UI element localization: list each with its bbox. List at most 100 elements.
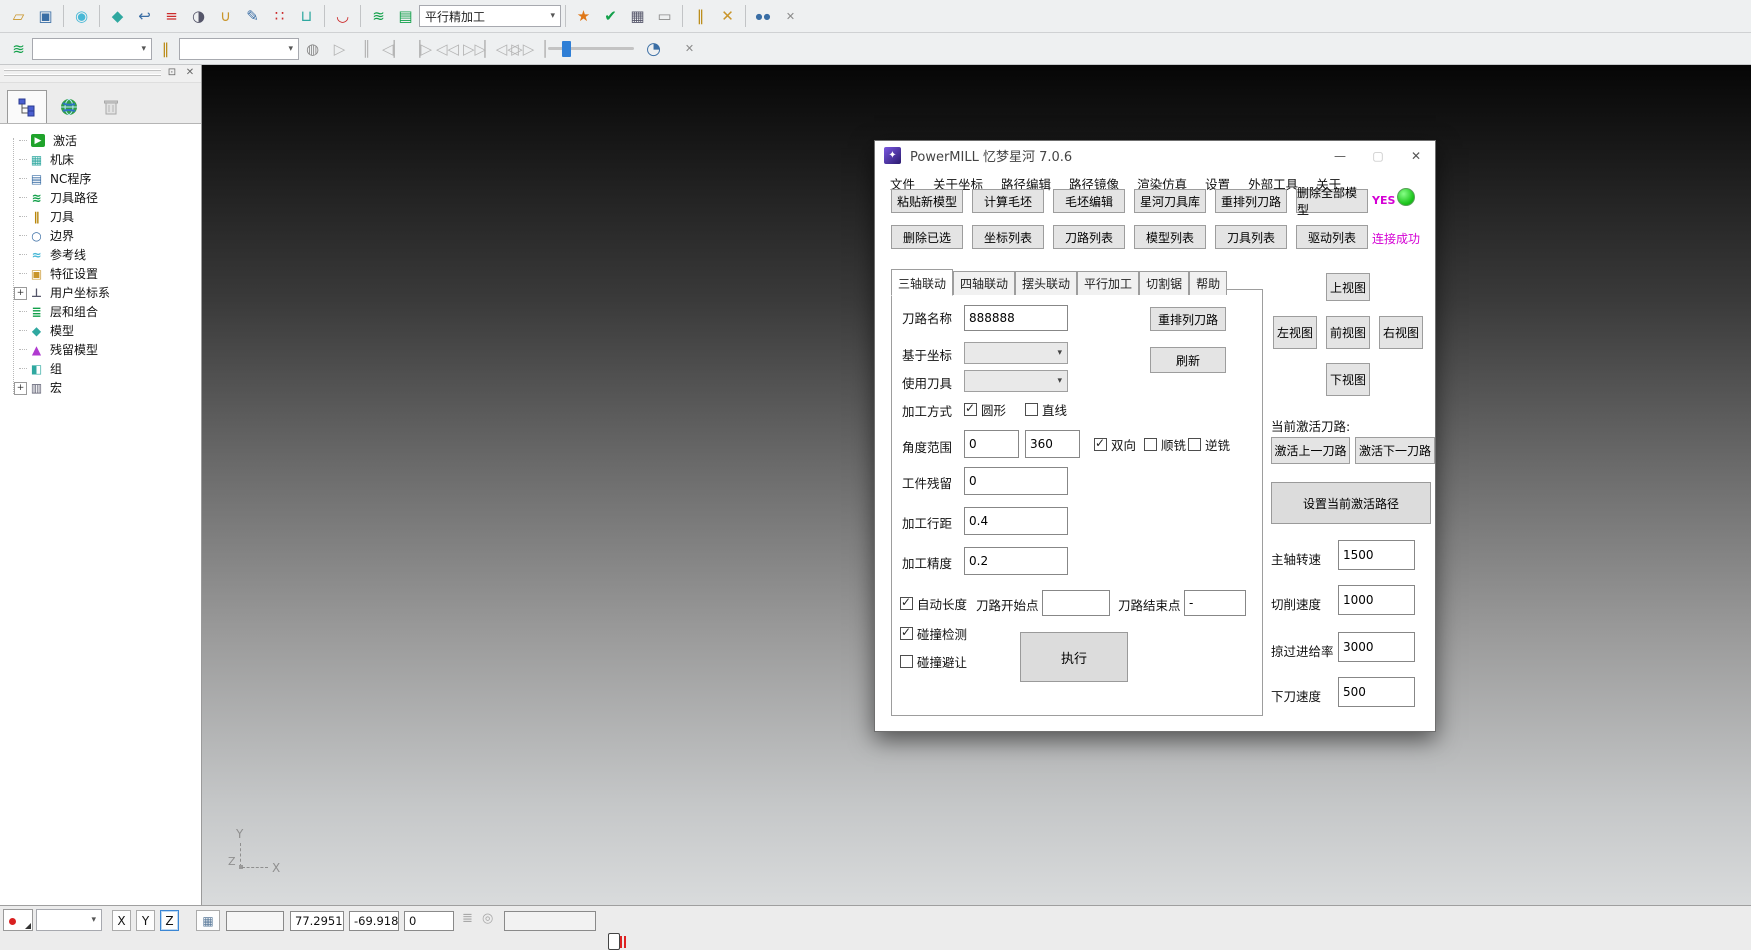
dialog-titlebar[interactable]: ✦ PowerMILL 忆梦星河 7.0.6 — ▢ ✕ [875, 141, 1435, 170]
tolerance-input[interactable] [964, 547, 1068, 575]
block-icon[interactable]: ◆ [105, 4, 130, 28]
sim-toolpath-select[interactable]: ▾ [32, 38, 152, 60]
tree-item-levels[interactable]: ≣ 层和组合 [6, 302, 201, 321]
minimize-button[interactable]: — [1321, 141, 1359, 170]
angle-from-input[interactable] [964, 430, 1019, 458]
collision-check-checkbox[interactable]: 碰撞检测 [900, 624, 967, 643]
close-button[interactable]: ✕ [1397, 141, 1435, 170]
plunge-speed-input[interactable] [1338, 677, 1415, 707]
delete-all-models-button[interactable]: 删除全部模型 [1296, 189, 1368, 213]
tab-saw[interactable]: 切割锯 [1139, 271, 1189, 295]
cutting-speed-input[interactable] [1338, 585, 1415, 615]
axis-y-button[interactable]: Y [136, 910, 155, 931]
tool-holder-icon[interactable]: ∥ [688, 4, 713, 28]
activate-prev-button[interactable]: 激活上一刀路 [1271, 437, 1350, 464]
view-left-button[interactable]: 左视图 [1273, 316, 1317, 349]
position-list-icon[interactable]: ≣ [462, 911, 473, 926]
feed-rate-icon[interactable]: ≡ [159, 4, 184, 28]
sim-tool-select[interactable]: ▾ [179, 38, 299, 60]
auto-length-checkbox[interactable]: 自动长度 [900, 594, 967, 613]
machining-strategy-select[interactable]: 平行精加工 ▾ [419, 5, 561, 27]
tab-explorer-tree[interactable] [7, 90, 47, 123]
execute-button[interactable]: 执行 [1020, 632, 1128, 682]
coord-x-field[interactable]: 77.2951 [290, 911, 344, 931]
view-bottom-button[interactable]: 下视图 [1326, 363, 1370, 396]
tree-item-tools[interactable]: ∥ 刀具 [6, 207, 201, 226]
probe-position-icon[interactable]: ◎ [482, 911, 493, 926]
strategy-list-icon[interactable]: ▤ [393, 4, 418, 28]
leads-links-icon[interactable]: ◡ [330, 4, 355, 28]
calculator-icon[interactable]: ▦ [625, 4, 650, 28]
tree-item-activate[interactable]: ▶ 激活 [6, 131, 201, 150]
verify-icon[interactable]: ✔ [598, 4, 623, 28]
calc-stock-button[interactable]: 计算毛坯 [972, 189, 1044, 213]
save-project-icon[interactable]: ▣ [33, 4, 58, 28]
tree-item-nc-programs[interactable]: ▤ NC程序 [6, 169, 201, 188]
panel-close-icon[interactable]: ✕ [183, 65, 197, 79]
rearrange-toolpaths-button[interactable]: 重排列刀路 [1215, 189, 1287, 213]
compare-icon[interactable]: ●● [751, 4, 776, 28]
toolpath-name-input[interactable] [964, 305, 1068, 331]
view-top-button[interactable]: 上视图 [1326, 273, 1370, 301]
points-icon[interactable]: ∷ [267, 4, 292, 28]
drive-list-button[interactable]: 驱动列表 [1296, 225, 1368, 249]
start-point-input[interactable] [1042, 590, 1110, 616]
step-back-icon[interactable]: ◁▏ [381, 37, 406, 61]
rapid-moves-icon[interactable]: ↩ [132, 4, 157, 28]
bidirectional-checkbox[interactable]: 双向 [1094, 435, 1136, 454]
activate-next-button[interactable]: 激活下一刀路 [1355, 437, 1435, 464]
go-end-icon[interactable]: ▷▷▕ [516, 37, 541, 61]
stepover-input[interactable] [964, 507, 1068, 535]
clock-icon[interactable]: ◔ [641, 37, 666, 61]
expand-icon[interactable]: + [14, 382, 27, 395]
skim-feed-input[interactable] [1338, 632, 1415, 662]
open-project-icon[interactable]: ▱ [6, 4, 31, 28]
tree-item-groups[interactable]: ◧ 组 [6, 359, 201, 378]
snap-indicator-button[interactable] [3, 909, 33, 931]
tab-help[interactable]: 帮助 [1189, 271, 1227, 295]
angle-to-input[interactable] [1025, 430, 1080, 458]
pause-icon[interactable]: ║ [354, 37, 379, 61]
tree-item-feature-sets[interactable]: ▣ 特征设置 [6, 264, 201, 283]
tab-explorer-trash[interactable] [91, 90, 131, 123]
panel-float-icon[interactable]: ⊡ [165, 65, 179, 79]
base-coord-select[interactable]: ▾ [964, 342, 1068, 364]
axis-z-button[interactable]: Z [160, 910, 179, 931]
coord-z-field[interactable]: 0 [404, 911, 454, 931]
grid-size-field[interactable] [226, 911, 284, 931]
set-active-path-button[interactable]: 设置当前激活路径 [1271, 482, 1431, 524]
pattern-icon[interactable]: ✎ [240, 4, 265, 28]
mode-line-checkbox[interactable]: 直线 [1025, 400, 1067, 419]
collision-calc-icon[interactable]: ★ [571, 4, 596, 28]
step-forward-icon[interactable]: ▕▷ [408, 37, 433, 61]
toolpath-list-button[interactable]: 刀路列表 [1053, 225, 1125, 249]
clipboard-pause-icon[interactable] [608, 933, 620, 950]
paste-new-model-button[interactable]: 粘贴新模型 [891, 189, 963, 213]
stock-allowance-input[interactable] [964, 467, 1068, 495]
tree-item-workplanes[interactable]: + ⊥ 用户坐标系 [6, 283, 201, 302]
tree-item-boundaries[interactable]: ○ 边界 [6, 226, 201, 245]
maximize-button[interactable]: ▢ [1359, 141, 1397, 170]
transform-icon[interactable]: ✕ [715, 4, 740, 28]
tab-parallel[interactable]: 平行加工 [1077, 271, 1139, 295]
coord-list-button[interactable]: 坐标列表 [972, 225, 1044, 249]
tree-item-machine[interactable]: ▦ 机床 [6, 150, 201, 169]
axis-x-button[interactable]: X [112, 910, 131, 931]
coord-y-field[interactable]: -69.918 [349, 911, 399, 931]
use-tool-select[interactable]: ▾ [964, 370, 1068, 392]
toolbar-close-icon[interactable]: ✕ [778, 4, 803, 28]
end-point-input[interactable] [1184, 590, 1246, 616]
climb-mill-checkbox[interactable]: 顺铣 [1144, 435, 1186, 454]
shaded-render-icon[interactable]: ◉ [69, 4, 94, 28]
tree-item-patterns[interactable]: ≈ 参考线 [6, 245, 201, 264]
panel-grip[interactable]: ⊡ ✕ [0, 65, 201, 83]
model-list-button[interactable]: 模型列表 [1134, 225, 1206, 249]
collision-avoid-checkbox[interactable]: 碰撞避让 [900, 652, 967, 671]
slider-handle[interactable] [562, 41, 571, 57]
mode-circle-checkbox[interactable]: 圆形 [964, 400, 1006, 419]
rewind-icon[interactable]: ◁◁ [435, 37, 460, 61]
spindle-speed-input[interactable] [1338, 540, 1415, 570]
conventional-mill-checkbox[interactable]: 逆铣 [1188, 435, 1230, 454]
sim-speed-slider[interactable] [548, 39, 634, 59]
tree-item-macros[interactable]: + ▥ 宏 [6, 378, 201, 397]
